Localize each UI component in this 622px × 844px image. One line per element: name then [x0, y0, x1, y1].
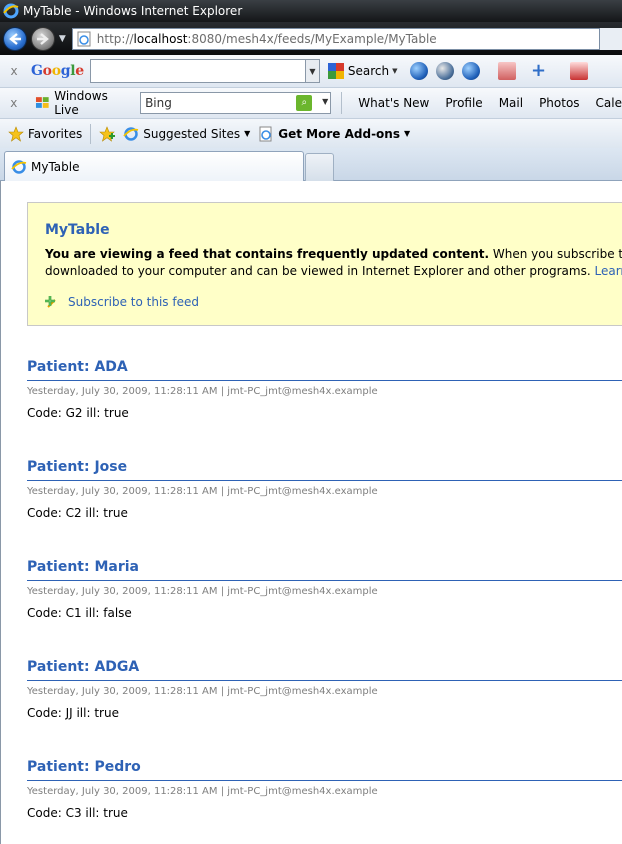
bookmark-icon[interactable] [497, 62, 516, 80]
address-url[interactable]: http://localhost:8080/mesh4x/feeds/MyExa… [97, 32, 437, 46]
forward-arrow-icon [36, 32, 49, 45]
live-link-profile[interactable]: Profile [445, 96, 482, 110]
entry-meta: Yesterday, July 30, 2009, 11:28:11 AM | … [27, 386, 378, 397]
window-title-bar: MyTable - Windows Internet Explorer [0, 0, 622, 22]
toolbar-separator [341, 92, 343, 114]
entry-meta: Yesterday, July 30, 2009, 11:28:11 AM | … [27, 786, 378, 797]
navigation-bar: ▼ http://localhost:8080/mesh4x/feeds/MyE… [0, 22, 622, 55]
google-toolbar: x Google ▼ Search ▼ + [0, 55, 622, 88]
live-link-mail[interactable]: Mail [499, 96, 523, 110]
address-bar[interactable]: http://localhost:8080/mesh4x/feeds/MyExa… [71, 27, 601, 50]
window-title: MyTable - Windows Internet Explorer [23, 4, 243, 18]
entry-meta: Yesterday, July 30, 2009, 11:28:11 AM | … [27, 686, 378, 697]
entry-divider [27, 480, 622, 481]
refresh-button[interactable] [600, 27, 622, 50]
windows-live-toolbar: x Windows Live Bing ⌕ ▼ What's New Profi… [0, 88, 622, 119]
google-logo: Google [31, 63, 84, 79]
feed-entry: Patient: Maria Yesterday, July 30, 2009,… [27, 559, 622, 620]
back-arrow-icon [9, 32, 21, 45]
earth-icon[interactable] [461, 62, 480, 80]
tab-bar: MyTable [0, 148, 622, 181]
chevron-down-icon: ▼ [244, 129, 251, 138]
bing-dropdown-icon[interactable]: ▼ [322, 97, 328, 106]
favorites-separator [90, 123, 92, 144]
learn-more-link[interactable]: Learn m [591, 264, 622, 278]
entry-title-link[interactable]: Patient: Pedro [27, 759, 622, 775]
entry-body: Code: C2 ill: true [27, 506, 128, 520]
windows-live-brand[interactable]: Windows Live [35, 89, 134, 117]
entry-title-link[interactable]: Patient: Maria [27, 559, 622, 575]
bing-search-input[interactable]: Bing ⌕ ▼ [140, 92, 332, 114]
feed-title: MyTable [45, 222, 110, 238]
entry-divider [27, 780, 622, 781]
chevron-down-icon: ▼ [403, 129, 411, 138]
subscribe-to-feed-link[interactable]: Subscribe to this feed [44, 294, 199, 310]
forward-button[interactable] [30, 26, 55, 51]
ie-tab-icon [11, 159, 27, 174]
entry-body: Code: G2 ill: true [27, 406, 129, 420]
globe-icon[interactable] [409, 62, 428, 80]
feed-entry: Patient: Jose Yesterday, July 30, 2009, … [27, 459, 622, 520]
entry-title-link[interactable]: Patient: Jose [27, 459, 622, 475]
close-google-toolbar-button[interactable]: x [7, 64, 21, 78]
addons-page-icon [259, 126, 272, 141]
google-search-dropdown-icon[interactable]: ▼ [304, 60, 319, 82]
suggested-sites-button[interactable]: Suggested Sites ▼ [123, 126, 250, 142]
google-search-button[interactable]: Search ▼ [327, 63, 398, 79]
news-globe-icon[interactable] [435, 62, 454, 80]
ie-logo-icon [3, 3, 19, 19]
feed-info-box: MyTable You are viewing a feed that cont… [27, 202, 622, 326]
entry-divider [27, 580, 622, 581]
entry-title-link[interactable]: Patient: ADGA [27, 659, 622, 675]
entry-title-link[interactable]: Patient: ADA [27, 359, 622, 375]
live-link-whats-new[interactable]: What's New [358, 96, 429, 110]
feed-entry: Patient: ADGA Yesterday, July 30, 2009, … [27, 659, 622, 720]
live-link-calendar[interactable]: Cale [596, 96, 622, 110]
recent-pages-dropdown-icon[interactable]: ▼ [59, 34, 66, 44]
windows-flag-icon [35, 97, 49, 108]
live-link-photos[interactable]: Photos [539, 96, 579, 110]
settings-icon[interactable] [569, 62, 588, 80]
feed-entry: Patient: ADA Yesterday, July 30, 2009, 1… [27, 359, 622, 420]
new-tab-button[interactable] [305, 153, 334, 181]
close-live-toolbar-button[interactable]: x [7, 96, 21, 110]
get-more-addons-button[interactable]: Get More Add-ons ▼ [258, 126, 410, 142]
bing-search-go-icon[interactable]: ⌕ [296, 95, 313, 111]
page-content: MyTable You are viewing a feed that cont… [0, 181, 622, 844]
google-search-input[interactable]: ▼ [89, 59, 320, 83]
feed-entry: Patient: Pedro Yesterday, July 30, 2009,… [27, 759, 622, 820]
entry-meta: Yesterday, July 30, 2009, 11:28:11 AM | … [27, 586, 378, 597]
entry-divider [27, 680, 622, 681]
plus-icon[interactable]: + [530, 62, 548, 80]
favorites-button[interactable]: Favorites [8, 125, 82, 142]
entry-divider [27, 380, 622, 381]
entry-meta: Yesterday, July 30, 2009, 11:28:11 AM | … [27, 486, 378, 497]
page-icon [77, 31, 91, 46]
entry-body: Code: C3 ill: true [27, 806, 128, 820]
favorites-bar: Favorites Suggested Sites ▼ Get More Add… [0, 119, 622, 148]
ie-page-icon [123, 126, 139, 141]
subscribe-plus-icon [45, 296, 56, 308]
feed-description: You are viewing a feed that contains fre… [45, 246, 622, 280]
tab-mytable[interactable]: MyTable [4, 151, 304, 181]
favorites-star-icon [8, 125, 24, 142]
back-button[interactable] [3, 26, 27, 51]
entry-body: Code: C1 ill: false [27, 606, 132, 620]
google-g-icon [327, 63, 344, 79]
add-to-favorites-icon[interactable] [99, 125, 116, 142]
entry-body: Code: JJ ill: true [27, 706, 119, 720]
